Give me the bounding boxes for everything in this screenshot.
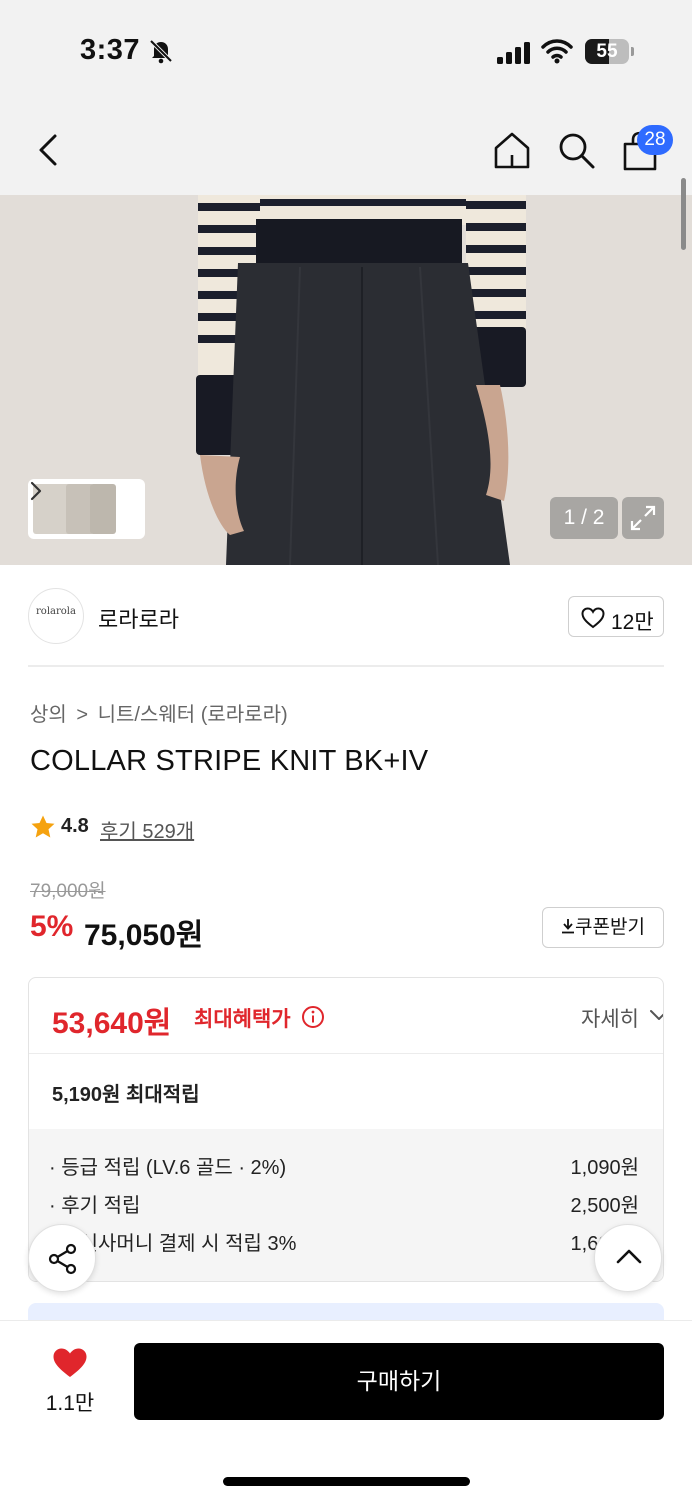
- expand-image-button[interactable]: [622, 497, 664, 539]
- heart-filled-icon: [53, 1348, 87, 1377]
- status-bar: 3:37 55: [0, 0, 692, 100]
- breadcrumb-item[interactable]: 니트/스웨터 (로라로라): [98, 704, 288, 726]
- home-indicator: [223, 1477, 470, 1486]
- cart-count-badge[interactable]: 28: [637, 125, 673, 155]
- expand-icon: [630, 505, 656, 531]
- benefit-header[interactable]: 53,640원 최대혜택가 자세히: [29, 978, 663, 1054]
- coupon-label: 쿠폰받기: [575, 917, 645, 938]
- breadcrumb-item[interactable]: 상의: [30, 704, 67, 726]
- wifi-icon: [541, 39, 573, 64]
- thumbnail-image[interactable]: [90, 484, 116, 534]
- wishlist-count: 1.1만: [45, 1392, 95, 1415]
- brand-logo[interactable]: rolarola: [28, 588, 84, 644]
- chevron-up-icon: [616, 1249, 642, 1264]
- point-breakdown-list: · 등급 적립 (LV.6 골드 · 2%) 1,090원 · 후기 적립 2,…: [29, 1129, 663, 1281]
- breadcrumb-separator: >: [76, 704, 89, 726]
- star-icon: [31, 815, 55, 838]
- share-icon: [48, 1243, 77, 1275]
- download-icon: [562, 919, 575, 934]
- chevron-down-icon: [650, 1010, 663, 1020]
- image-page-counter: 1 / 2: [550, 497, 618, 539]
- divider: [28, 665, 664, 667]
- product-image-carousel[interactable]: 1 / 2: [0, 195, 692, 565]
- breadcrumb: 상의 > 니트/스웨터 (로라로라): [30, 698, 292, 727]
- point-label: · 등급 적립 (LV.6 골드 · 2%): [49, 1157, 287, 1179]
- benefit-card: 53,640원 최대혜택가 자세히 5,190원 최대적립 · 등급 적립 (L…: [28, 977, 664, 1282]
- brand-row[interactable]: rolarola 로라로라 12만: [28, 588, 664, 644]
- point-label: · 후기 적립: [49, 1195, 141, 1217]
- max-benefit-price: 53,640원: [52, 1007, 172, 1040]
- brand-like-button[interactable]: 12만: [568, 596, 664, 637]
- wishlist-button[interactable]: 1.1만: [32, 1345, 108, 1415]
- scroll-to-top-button[interactable]: [594, 1224, 662, 1292]
- original-price: 79,000원: [30, 881, 106, 902]
- battery-tip: [631, 47, 634, 56]
- home-icon[interactable]: [492, 130, 532, 170]
- bottom-action-bar: 1.1만 구매하기: [0, 1320, 692, 1500]
- chevron-right-icon[interactable]: [28, 479, 44, 503]
- status-time: 3:37: [80, 34, 141, 66]
- share-button[interactable]: [28, 1224, 96, 1292]
- max-point-summary: 5,190원 최대적립: [52, 1084, 200, 1106]
- point-row: · 후기 적립 2,500원: [49, 1189, 639, 1219]
- point-row: · 무신사머니 결제 시 적립 3% 1,600원: [49, 1227, 639, 1257]
- search-icon[interactable]: [556, 130, 596, 170]
- top-nav-bar: [0, 100, 692, 195]
- detail-toggle[interactable]: 자세히: [581, 1003, 663, 1033]
- thumbnail-strip[interactable]: [28, 479, 145, 539]
- max-benefit-label: 최대혜택가: [194, 1008, 291, 1031]
- product-title: COLLAR STRIPE KNIT BK+IV: [30, 745, 429, 777]
- point-value: 2,500원: [570, 1195, 639, 1217]
- point-value: 1,090원: [570, 1157, 639, 1179]
- discount-rate: 5%: [30, 910, 74, 943]
- scrollbar-thumb[interactable]: [681, 178, 686, 250]
- rating-value: 4.8: [61, 815, 89, 837]
- battery-level: 55: [596, 41, 618, 62]
- sale-price: 75,050원: [84, 919, 204, 952]
- review-count-link[interactable]: 후기 529개: [100, 815, 194, 844]
- back-icon[interactable]: [30, 130, 70, 170]
- cellular-signal-icon: [497, 42, 530, 64]
- brand-name[interactable]: 로라로라: [98, 602, 179, 634]
- detail-toggle-label: 자세히: [581, 1008, 639, 1031]
- bell-off-icon: [149, 39, 173, 64]
- coupon-download-button[interactable]: 쿠폰받기: [542, 907, 664, 948]
- heart-outline-icon: [581, 607, 605, 629]
- point-row: · 등급 적립 (LV.6 골드 · 2%) 1,090원: [49, 1151, 639, 1181]
- brand-like-count: 12만: [611, 611, 654, 634]
- info-icon[interactable]: [301, 1005, 325, 1029]
- buy-button[interactable]: 구매하기: [134, 1343, 664, 1420]
- battery-indicator: 55: [585, 39, 635, 64]
